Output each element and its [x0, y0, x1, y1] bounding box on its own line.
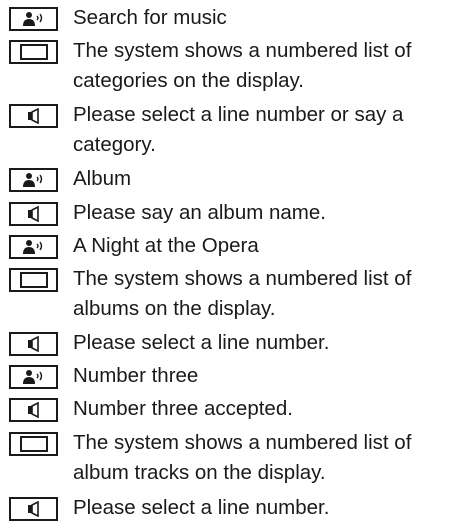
voice-dialog-sequence: Search for music The system shows a numb…	[0, 0, 454, 532]
dialog-text: The system shows a numbered list of cate…	[73, 39, 412, 92]
dialog-step: The system shows a numbered list of albu…	[0, 431, 454, 488]
voice-command-icon	[9, 235, 58, 259]
dialog-text: A Night at the Opera	[73, 234, 259, 257]
voice-command-icon	[9, 7, 58, 31]
speaker-icon	[9, 104, 58, 128]
display-icon	[9, 40, 58, 64]
dialog-text: The system shows a numbered list of albu…	[73, 431, 412, 484]
voice-command-icon	[9, 365, 58, 389]
dialog-text: Please select a line number.	[73, 496, 330, 519]
dialog-step: A Night at the Opera	[0, 234, 454, 261]
dialog-step: Album	[0, 167, 454, 194]
dialog-step: Please select a line number or say a cat…	[0, 103, 454, 160]
dialog-step: Number three	[0, 364, 454, 391]
dialog-text: Please select a line number or say a cat…	[73, 103, 404, 156]
dialog-step: Number three accepted.	[0, 397, 454, 424]
dialog-step: Please select a line number.	[0, 331, 454, 358]
speaker-icon	[9, 332, 58, 356]
display-icon	[9, 432, 58, 456]
dialog-step: Please select a line number.	[0, 496, 454, 523]
dialog-text: Number three	[73, 364, 199, 387]
dialog-text: Please say an album name.	[73, 201, 326, 224]
dialog-step: The system shows a numbered list of cate…	[0, 39, 454, 96]
display-icon	[9, 268, 58, 292]
speaker-icon	[9, 497, 58, 521]
dialog-text: Search for music	[73, 6, 227, 29]
dialog-text: The system shows a numbered list of albu…	[73, 267, 412, 320]
dialog-text: Number three accepted.	[73, 397, 293, 420]
dialog-step: Please say an album name.	[0, 201, 454, 228]
speaker-icon	[9, 398, 58, 422]
speaker-icon	[9, 202, 58, 226]
voice-command-icon	[9, 168, 58, 192]
dialog-step: Search for music	[0, 6, 454, 33]
dialog-text: Please select a line number.	[73, 331, 330, 354]
dialog-text: Album	[73, 167, 132, 190]
dialog-step: The system shows a numbered list of albu…	[0, 267, 454, 324]
